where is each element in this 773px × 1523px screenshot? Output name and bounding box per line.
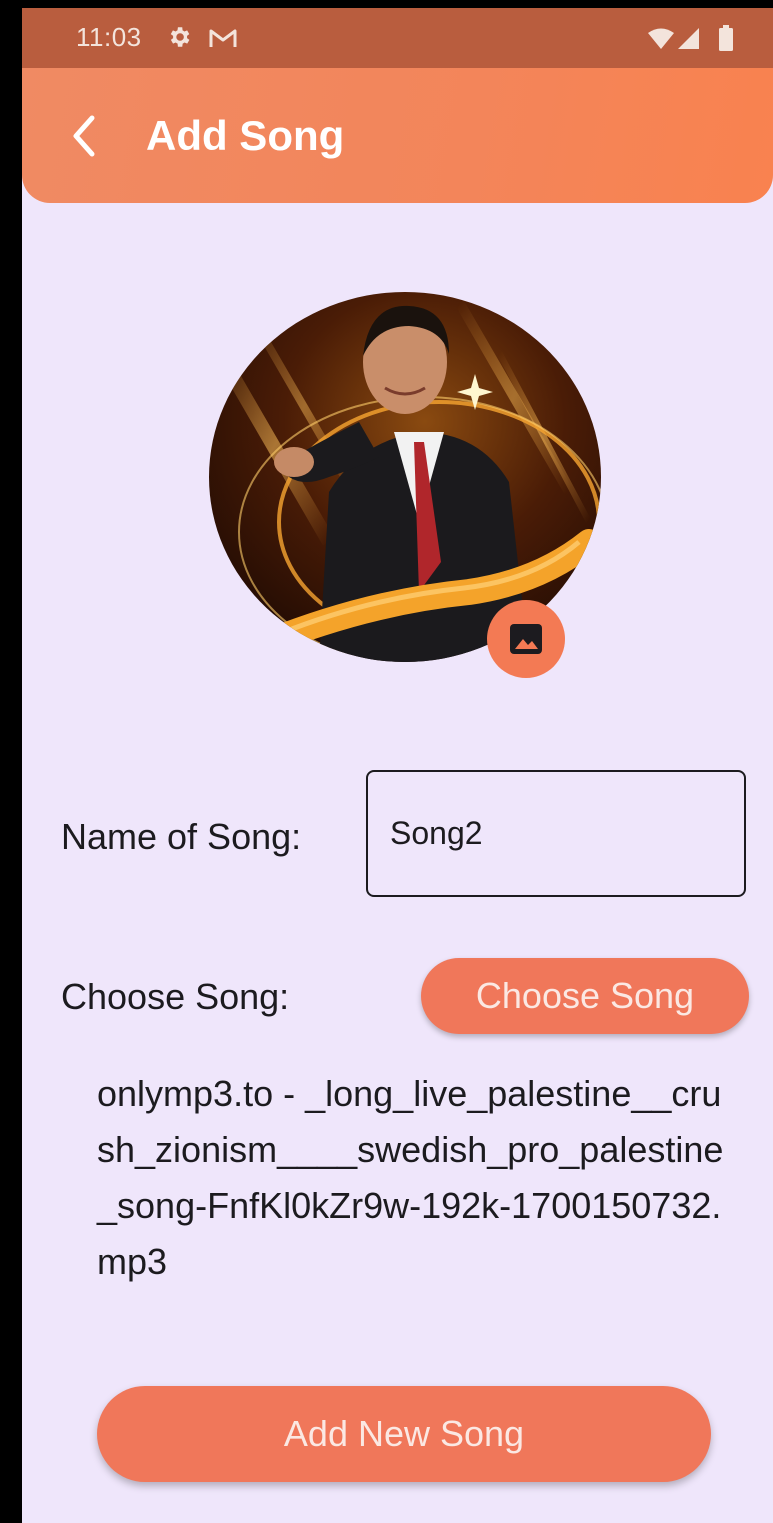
add-new-song-button[interactable]: Add New Song [97,1386,711,1482]
song-artwork [209,292,601,678]
song-name-label: Name of Song: [61,816,302,857]
app-screen: 11:03 Add Song Name of Song: Song2 Choos… [22,8,773,1523]
chevron-left-icon [73,115,95,157]
signal-icon [678,28,699,49]
choose-song-button[interactable]: Choose Song [421,958,749,1034]
page-title: Add Song [146,112,345,159]
status-bar: 11:03 [22,8,773,68]
back-button[interactable] [62,108,108,164]
image-icon [510,624,542,654]
app-bar: Add Song [22,68,773,203]
battery-icon [719,25,733,51]
song-name-input[interactable] [366,770,746,897]
selected-file-name: onlymp3.to - _long_live_palestine__crush… [97,1073,724,1282]
change-artwork-button[interactable] [487,600,565,678]
choose-song-label: Choose Song: [61,976,290,1017]
status-time: 11:03 [76,22,142,52]
gear-icon [170,27,190,47]
gmail-icon [209,29,237,47]
wifi-icon [648,28,674,49]
screen-left-edge [0,0,22,1523]
